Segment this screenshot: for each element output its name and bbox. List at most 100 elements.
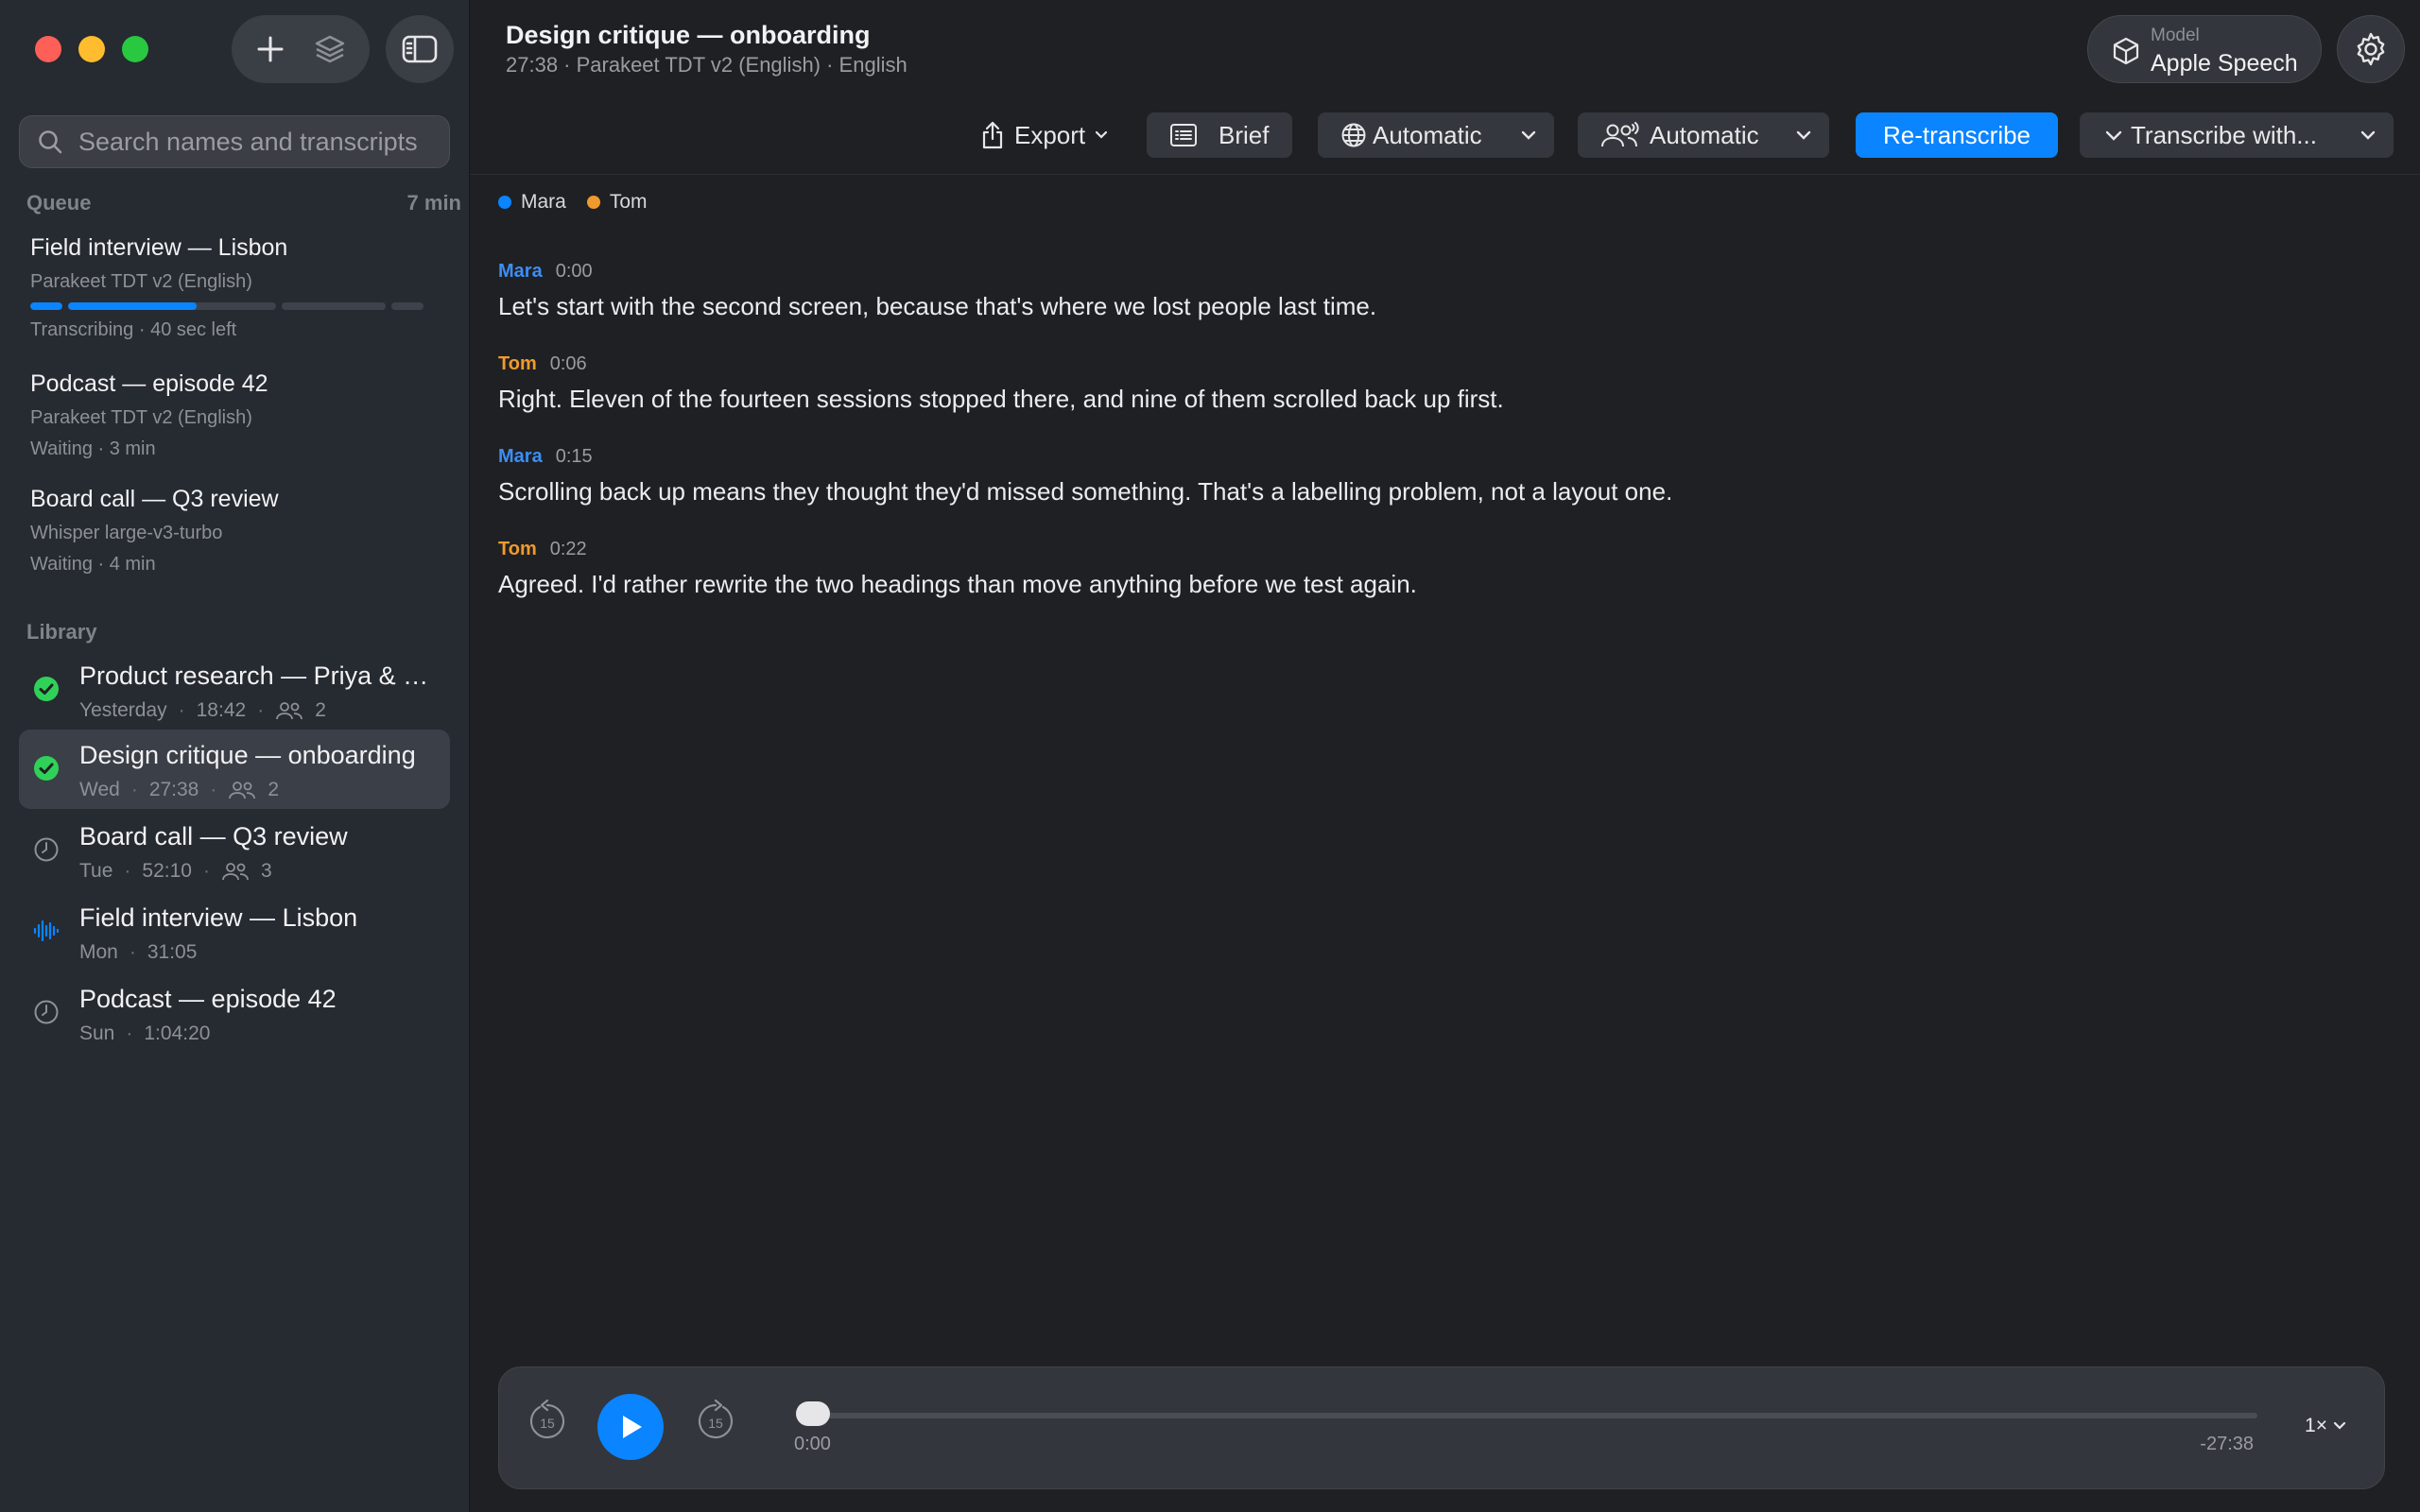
queue-item-title: Field interview — Lisbon [30, 234, 288, 261]
segment-timestamp[interactable]: 0:22 [550, 539, 587, 559]
share-icon [982, 121, 1003, 149]
scrubber-track[interactable] [796, 1413, 2257, 1418]
layers-button[interactable] [313, 32, 347, 66]
search-icon [39, 130, 62, 154]
transcript-segment[interactable]: Tom 0:06 Right. Eleven of the fourteen se… [498, 353, 2200, 414]
library-item-speaker-count: 2 [268, 779, 280, 800]
segment-speaker[interactable]: Mara [498, 261, 543, 282]
cube-icon [2113, 37, 2139, 65]
done-icon [32, 675, 60, 703]
toolbar: Export Brief Automatic Automatic Re-tran… [470, 96, 2420, 175]
transcribe-with-dropdown[interactable]: Transcribe with... [2080, 112, 2394, 158]
segment-timestamp[interactable]: 0:15 [556, 446, 593, 467]
scrubber-thumb[interactable] [796, 1401, 830, 1426]
play-icon [623, 1416, 642, 1438]
segment-speaker[interactable]: Mara [498, 446, 543, 467]
playback-speed-value: 1× [2305, 1415, 2327, 1436]
chevron-down-icon [2105, 130, 2122, 141]
skip-back-15-icon: 15 [529, 1400, 565, 1439]
library-item-day: Tue [79, 860, 113, 882]
model-picker[interactable]: Model Apple Speech [2087, 15, 2322, 83]
segment-speaker[interactable]: Tom [498, 353, 537, 374]
library-item-speaker-count: 3 [260, 860, 272, 882]
segment-timestamp[interactable]: 0:00 [556, 261, 593, 282]
queue-item-status: Transcribing · 40 sec left [30, 319, 237, 340]
skip-forward-button[interactable]: 15 [696, 1400, 735, 1443]
document-title: Design critique — onboarding [506, 21, 871, 49]
legend-speaker-name: Tom [609, 191, 648, 213]
export-label: Export [1014, 120, 1086, 149]
queue-item[interactable]: Field interview — Lisbon Parakeet TDT v2… [30, 234, 446, 341]
library-item-meta: Tue · 52:10 · 3 [79, 860, 272, 882]
legend-item[interactable]: Tom [586, 191, 648, 214]
brief-label: Brief [1219, 120, 1270, 149]
elapsed-time: 0:00 [794, 1434, 831, 1454]
play-button[interactable] [597, 1394, 664, 1460]
document-list-icon [1170, 124, 1197, 146]
people-icon [276, 702, 303, 720]
segment-timestamp[interactable]: 0:06 [550, 353, 587, 374]
speakers-icon [1601, 122, 1639, 147]
skip-back-button[interactable]: 15 [527, 1400, 567, 1443]
library-item-day: Yesterday [79, 699, 167, 721]
transcript-segment[interactable]: Mara 0:15 Scrolling back up means they th… [498, 446, 2200, 507]
zoom-window-button[interactable] [122, 36, 148, 62]
search-field[interactable] [19, 115, 450, 168]
document-subtitle: 27:38 · Parakeet TDT v2 (English) · Engl… [506, 53, 908, 77]
queue-total-time: 7 min [406, 191, 461, 215]
settings-button[interactable] [2337, 15, 2405, 83]
transcribe-with-label: Transcribe with... [2131, 120, 2317, 149]
transcript-segment[interactable]: Tom 0:22 Agreed. I'd rather rewrite the t… [498, 539, 2200, 599]
minimize-window-button[interactable] [78, 36, 105, 62]
queue-item-model: Parakeet TDT v2 (English) [30, 271, 252, 292]
export-button[interactable]: Export [978, 112, 1120, 158]
library-item-meta: Mon · 31:05 [79, 941, 198, 963]
library-item[interactable]: Podcast — episode 42 Sun · 1:04:20 [19, 973, 450, 1053]
brief-button[interactable]: Brief [1147, 112, 1292, 158]
segment-text[interactable]: Agreed. I'd rather rewrite the two headi… [498, 570, 2200, 599]
close-window-button[interactable] [35, 36, 61, 62]
transcription-progress [30, 302, 446, 310]
library-item-selected[interactable]: Design critique — onboarding Wed · 27:38 ·… [19, 730, 450, 809]
library-item-duration: 52:10 [142, 860, 192, 882]
library-item-title: Board call — Q3 review [79, 822, 348, 850]
segment-speaker[interactable]: Tom [498, 539, 537, 559]
toggle-sidebar-button[interactable] [386, 15, 454, 83]
window-controls [35, 36, 148, 62]
skip-back-seconds: 15 [540, 1416, 555, 1431]
speakers-dropdown[interactable]: Automatic [1578, 112, 1829, 158]
add-button[interactable] [254, 33, 286, 65]
library-item-duration: 27:38 [148, 779, 199, 800]
model-value: Apple Speech [2151, 50, 2298, 77]
language-dropdown[interactable]: Automatic [1318, 112, 1554, 158]
queue-item[interactable]: Board call — Q3 review Whisper large-v3-… [30, 486, 446, 576]
chevron-down-icon [1796, 130, 1811, 140]
library-item[interactable]: Field interview — Lisbon Mon · 31:05 [19, 892, 450, 971]
legend-speaker-name: Mara [521, 191, 566, 213]
gear-icon [2357, 32, 2385, 66]
retranscribe-button[interactable]: Re-transcribe [1856, 112, 2058, 158]
segment-text[interactable]: Scrolling back up means they thought the… [498, 477, 2200, 507]
library-item-title: Podcast — episode 42 [79, 985, 337, 1013]
speaker-legend: Mara Tom [498, 191, 648, 214]
speaker-color-dot [498, 196, 511, 210]
library-item[interactable]: Board call — Q3 review Tue · 52:10 · 3 [19, 811, 450, 890]
speakers-value: Automatic [1650, 120, 1759, 149]
library-item-meta: Sun · 1:04:20 [79, 1022, 211, 1044]
transcript-segment[interactable]: Mara 0:00 Let's start with the second scr… [498, 261, 2200, 321]
queue-item[interactable]: Podcast — episode 42 Parakeet TDT v2 (En… [30, 370, 446, 460]
library-item-title: Product research — Priya & S... [79, 662, 439, 690]
playback-speed-menu[interactable]: 1× [2305, 1415, 2346, 1437]
segment-text[interactable]: Right. Eleven of the fourteen sessions s… [498, 385, 2200, 414]
search-input[interactable] [77, 126, 440, 158]
layers-icon [315, 35, 345, 63]
chevron-down-icon [1096, 130, 1108, 139]
main-pane: Design critique — onboarding 27:38 · Par… [470, 0, 2420, 1512]
library-item[interactable]: Product research — Priya & S... Yesterda… [19, 650, 450, 730]
globe-icon [1341, 123, 1366, 147]
library-item-meta: Wed · 27:38 · 2 [79, 779, 280, 800]
segment-text[interactable]: Let's start with the second screen, beca… [498, 292, 2200, 321]
skip-forward-seconds: 15 [708, 1416, 723, 1431]
legend-item[interactable]: Mara [498, 191, 566, 214]
library-item-title: Design critique — onboarding [79, 741, 416, 769]
